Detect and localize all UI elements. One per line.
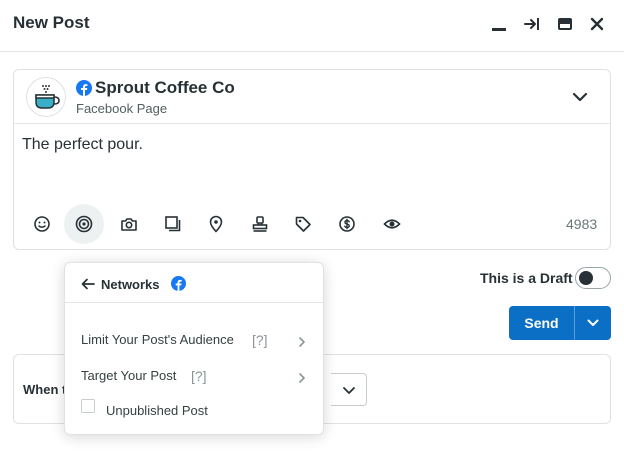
stamp-icon[interactable] (240, 204, 280, 244)
unpublished-post-checkbox[interactable] (81, 399, 95, 413)
facebook-icon (171, 276, 186, 291)
dollar-icon[interactable] (327, 204, 367, 244)
targeting-icon[interactable] (64, 204, 104, 244)
close-icon[interactable] (585, 12, 609, 36)
minimize-icon[interactable] (487, 12, 511, 36)
limit-audience-label: Limit Your Post's Audience (81, 332, 234, 347)
character-count: 4983 (566, 216, 598, 232)
emoji-icon[interactable] (22, 204, 62, 244)
chevron-down-icon (342, 386, 355, 394)
chevron-down-icon[interactable] (570, 87, 590, 107)
networks-popover: Networks Limit Your Post's Audience [?] … (64, 262, 324, 435)
profile-type: Facebook Page (76, 101, 168, 116)
maximize-icon[interactable] (553, 12, 577, 36)
popover-header: Networks (65, 263, 323, 303)
chevron-right-icon (298, 335, 306, 347)
tag-icon[interactable] (283, 204, 323, 244)
when-label: When t (23, 382, 67, 397)
post-text-input[interactable]: The perfect pour. (22, 136, 143, 154)
collapse-to-side-icon[interactable] (520, 12, 544, 36)
limit-audience-item[interactable]: Limit Your Post's Audience [?] (65, 325, 323, 355)
draft-label: This is a Draft (480, 270, 573, 286)
facebook-icon (76, 80, 92, 96)
modal-header: New Post (0, 0, 624, 52)
target-post-label: Target Your Post (81, 368, 177, 383)
toggle-knob (579, 271, 593, 285)
send-button-group: Send (509, 306, 611, 340)
send-options-chevron-icon[interactable] (575, 306, 611, 340)
unpublished-post-label: Unpublished Post (106, 403, 208, 418)
popover-title[interactable]: Networks (101, 277, 160, 292)
help-icon[interactable]: [?] (191, 368, 207, 384)
profile-name: Sprout Coffee Co (95, 78, 235, 97)
draft-toggle[interactable] (575, 267, 611, 289)
modal-title: New Post (13, 13, 90, 32)
target-post-item[interactable]: Target Your Post [?] (65, 361, 323, 391)
help-icon[interactable]: [?] (252, 332, 268, 348)
send-button[interactable]: Send (509, 306, 575, 340)
profile-selector[interactable]: Sprout Coffee Co Facebook Page (14, 70, 610, 124)
coffee-cup-logo-icon (35, 85, 60, 109)
preview-icon[interactable] (372, 204, 412, 244)
avatar (26, 77, 66, 117)
gallery-icon[interactable] (153, 204, 193, 244)
chevron-right-icon (298, 371, 306, 383)
camera-icon[interactable] (109, 204, 149, 244)
when-dropdown[interactable] (331, 373, 367, 406)
location-icon[interactable] (196, 204, 236, 244)
post-composer: Sprout Coffee Co Facebook Page The perfe… (13, 69, 611, 250)
back-arrow-icon[interactable] (81, 277, 95, 290)
